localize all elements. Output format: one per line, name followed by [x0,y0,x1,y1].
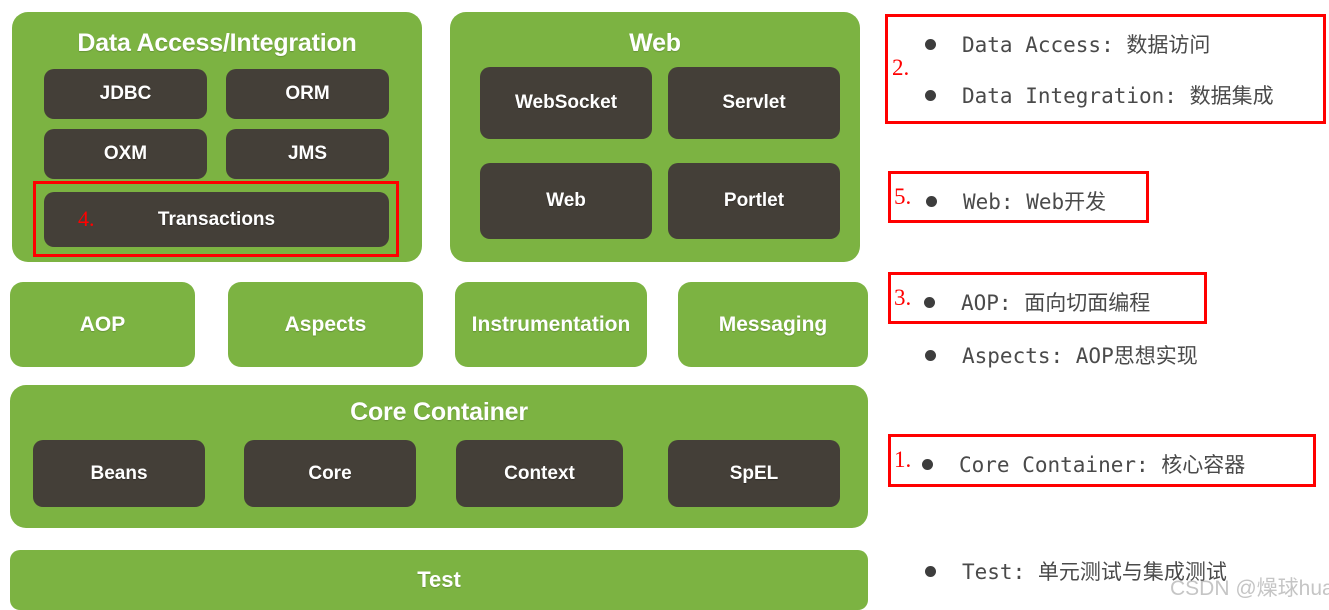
module-core: Core [244,440,416,507]
module-oxm: OXM [44,129,207,179]
module-spel: SpEL [668,440,840,507]
note-text-aspects: Aspects: AOP思想实现 [962,344,1198,368]
note-line-data-access: Data Access: 数据访问 [925,29,1210,59]
module-aspects: Aspects [228,282,423,367]
module-jms: JMS [226,129,389,179]
panel-title-data-access-integration: Data Access/Integration [77,29,357,57]
note-text-data-integration: Data Integration: 数据集成 [962,84,1274,108]
spring-architecture-diagram: Data Access/Integration JDBC ORM OXM JMS… [0,0,880,610]
csdn-watermark: CSDN @燥球huan [1170,577,1329,600]
note-line-core-container: Core Container: 核心容器 [922,449,1245,479]
note-index-2: 2. [892,55,910,80]
bullet-icon [926,195,937,207]
bullet-icon [924,296,935,308]
note-text-core-container: Core Container: 核心容器 [959,453,1246,477]
module-orm: ORM [226,69,389,119]
bullet-icon [925,349,936,361]
note-line-aspects: Aspects: AOP思想实现 [925,340,1198,370]
module-jdbc: JDBC [44,69,207,119]
module-context: Context [456,440,623,507]
note-line-data-integration: Data Integration: 数据集成 [925,80,1274,110]
module-servlet: Servlet [668,67,840,139]
module-websocket: WebSocket [480,67,652,139]
bullet-icon [925,38,936,50]
module-instrumentation: Instrumentation [455,282,647,367]
note-line-web: Web: Web开发 [926,186,1106,216]
module-messaging: Messaging [678,282,868,367]
note-text-web: Web: Web开发 [963,190,1107,214]
note-line-aop: AOP: 面向切面编程 [924,287,1150,317]
note-index-3: 3. [894,285,912,310]
note-text-data-access: Data Access: 数据访问 [962,33,1211,57]
module-test-bar: Test [10,550,868,610]
note-index-1: 1. [894,447,912,472]
bullet-icon [925,565,936,577]
panel-title-core-container: Core Container [350,398,528,426]
bullet-icon [925,89,936,101]
module-beans: Beans [33,440,205,507]
panel-title-web: Web [629,29,681,57]
module-aop: AOP [10,282,195,367]
module-portlet: Portlet [668,163,840,239]
module-transactions: Transactions [44,192,389,247]
note-index-5: 5. [894,184,912,209]
bullet-icon [922,458,933,470]
module-web: Web [480,163,652,239]
note-text-aop: AOP: 面向切面编程 [961,291,1151,315]
annotation-notes-panel: 2. Data Access: 数据访问 Data Integration: 数… [880,0,1329,605]
highlight-number-transactions: 4. [78,206,95,231]
